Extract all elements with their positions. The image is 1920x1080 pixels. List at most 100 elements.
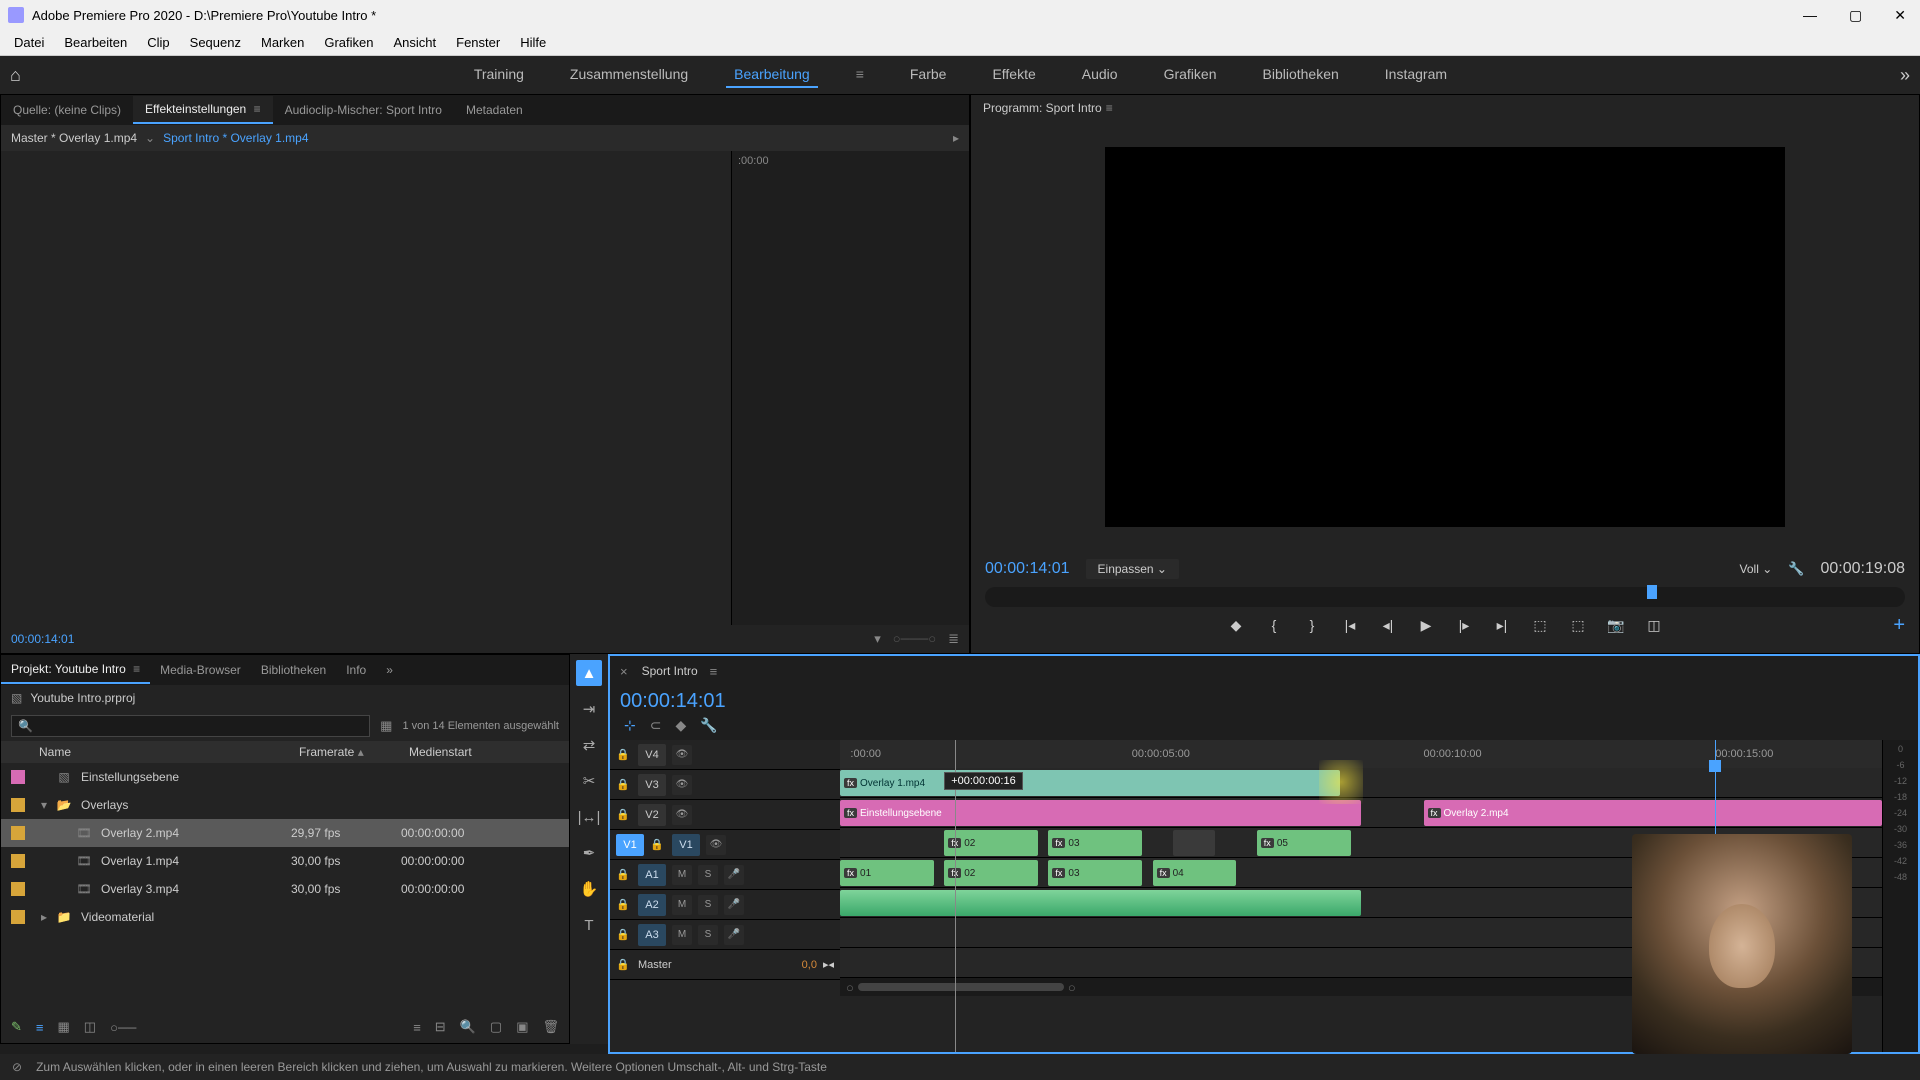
trackhead-a2[interactable]: 🔒 A2 M S 🎤 (610, 890, 840, 920)
delete-icon[interactable]: 🗑 (542, 1019, 559, 1035)
menu-clip[interactable]: Clip (137, 31, 179, 54)
label-swatch[interactable] (11, 798, 25, 812)
workspace-bearbeitung[interactable]: Bearbeitung (726, 62, 818, 88)
freeform-view-icon[interactable]: ◫ (84, 1019, 96, 1035)
tab-effekteinstellungen[interactable]: Effekteinstellungen ≡ (133, 96, 273, 124)
add-marker-button[interactable]: ◆ (1226, 615, 1246, 635)
source-patch-v1[interactable]: V1 (616, 834, 644, 856)
track-select-tool[interactable]: ⇥ (576, 696, 602, 722)
clip-v1-04[interactable]: fx04 (1153, 860, 1236, 886)
list-item[interactable]: ▾ 📂 Overlays (1, 791, 569, 819)
trackhead-v2[interactable]: 🔒 V2 👁 (610, 800, 840, 830)
snap-icon[interactable]: ⊹ (624, 717, 636, 734)
ripple-edit-tool[interactable]: ⇄ (576, 732, 602, 758)
step-back-button[interactable]: ◂| (1378, 615, 1398, 635)
master-value[interactable]: 0,0 (802, 959, 817, 971)
ec-play-icon[interactable]: ▸ (953, 131, 959, 145)
selection-tool[interactable]: ▲ (576, 660, 602, 686)
workspace-overflow-icon[interactable]: » (1900, 65, 1910, 86)
clip-v2-03[interactable]: fx03 (1048, 830, 1142, 856)
trackhead-v3[interactable]: 🔒 V3 👁 (610, 770, 840, 800)
timeline-settings-icon[interactable]: 🔧 (700, 717, 717, 734)
close-button[interactable]: ✕ (1888, 5, 1912, 26)
tab-metadaten[interactable]: Metadaten (454, 97, 535, 123)
toggle-output-v4[interactable]: 👁 (672, 745, 692, 765)
step-forward-button[interactable]: |▸ (1454, 615, 1474, 635)
trackhead-master[interactable]: 🔒 Master 0,0 ▸◂ (610, 950, 840, 980)
workspace-effekte[interactable]: Effekte (984, 62, 1043, 88)
toggle-output-v2[interactable]: 👁 (672, 805, 692, 825)
new-bin-icon[interactable]: ▢ (490, 1019, 502, 1035)
clip-audio[interactable] (840, 890, 1361, 916)
timeline-tab[interactable]: Sport Intro (634, 660, 706, 682)
workspace-farbe[interactable]: Farbe (902, 62, 955, 88)
trackhead-a3[interactable]: 🔒 A3 M S 🎤 (610, 920, 840, 950)
find-icon[interactable]: 🔍 (460, 1019, 476, 1035)
lock-icon[interactable]: 🔒 (616, 898, 632, 911)
record-a1[interactable]: 🎤 (724, 865, 744, 885)
list-item[interactable]: 🎞 Overlay 3.mp4 30,00 fps 00:00:00:00 (1, 875, 569, 903)
lift-button[interactable]: ⬚ (1530, 615, 1550, 635)
clip-v1-02[interactable]: fx02 (944, 860, 1038, 886)
mute-a3[interactable]: M (672, 925, 692, 945)
icon-view-icon[interactable]: ▦ (58, 1019, 70, 1035)
track-target-v3[interactable]: V3 (638, 774, 666, 796)
wrench-icon[interactable]: 🔧 (1788, 561, 1804, 577)
ec-filter-icon[interactable]: ▾ (874, 631, 881, 647)
lock-icon[interactable]: 🔒 (616, 928, 632, 941)
track-target-v4[interactable]: V4 (638, 744, 666, 766)
go-to-in-button[interactable]: |◂ (1340, 615, 1360, 635)
project-menu-icon[interactable]: ≡ (133, 662, 140, 676)
new-item-icon[interactable]: ▣ (516, 1019, 528, 1035)
label-swatch[interactable] (11, 826, 25, 840)
menu-sequenz[interactable]: Sequenz (180, 31, 251, 54)
menu-grafiken[interactable]: Grafiken (314, 31, 383, 54)
header-name[interactable]: Name (39, 745, 299, 759)
comparison-view-button[interactable]: ◫ (1644, 615, 1664, 635)
menu-ansicht[interactable]: Ansicht (383, 31, 446, 54)
tab-media-browser[interactable]: Media-Browser (150, 657, 251, 683)
hand-tool[interactable]: ✋ (576, 876, 602, 902)
scrubber-playhead[interactable] (1647, 585, 1657, 599)
track-target-a3[interactable]: A3 (638, 924, 666, 946)
ec-active-clip[interactable]: Sport Intro * Overlay 1.mp4 (163, 131, 308, 145)
menu-fenster[interactable]: Fenster (446, 31, 510, 54)
play-button[interactable]: ▶ (1416, 615, 1436, 635)
solo-a1[interactable]: S (698, 865, 718, 885)
program-timecode[interactable]: 00:00:14:01 (985, 560, 1070, 578)
header-medienstart[interactable]: Medienstart (409, 745, 559, 759)
clip-v1-03[interactable]: fx03 (1048, 860, 1142, 886)
scroll-thumb[interactable] (858, 983, 1064, 991)
lock-icon[interactable]: 🔒 (616, 808, 632, 821)
program-menu-icon[interactable]: ≡ (1106, 101, 1113, 115)
clip-overlay2[interactable]: fxOverlay 2.mp4 (1424, 800, 1882, 826)
track-v4[interactable]: fxOverlay 1.mp4 +00:00:00:16 (840, 768, 1882, 798)
master-out-icon[interactable]: ▸◂ (823, 958, 834, 971)
clip-v1-01[interactable]: fx01 (840, 860, 934, 886)
tab-audioclip-mischer[interactable]: Audioclip-Mischer: Sport Intro (273, 97, 454, 123)
workspace-instagram[interactable]: Instagram (1377, 62, 1455, 88)
disclosure-icon[interactable]: ▾ (33, 798, 55, 812)
button-editor-icon[interactable]: + (1893, 614, 1905, 637)
menu-hilfe[interactable]: Hilfe (510, 31, 556, 54)
search-input[interactable] (39, 719, 363, 733)
record-a2[interactable]: 🎤 (724, 895, 744, 915)
workspace-audio[interactable]: Audio (1074, 62, 1126, 88)
clip-v2-gap[interactable] (1173, 830, 1215, 856)
sort-icon[interactable]: ≡ (413, 1020, 421, 1035)
track-target-v2[interactable]: V2 (638, 804, 666, 826)
solo-a3[interactable]: S (698, 925, 718, 945)
clip-v2-02[interactable]: fx02 (944, 830, 1038, 856)
list-item[interactable]: ▸ 📁 Videomaterial (1, 903, 569, 931)
project-filter-icon[interactable]: ▦ (380, 718, 392, 734)
clip-adjustment[interactable]: fxEinstellungsebene (840, 800, 1361, 826)
record-a3[interactable]: 🎤 (724, 925, 744, 945)
add-marker-icon[interactable]: ◆ (675, 717, 686, 734)
menu-marken[interactable]: Marken (251, 31, 314, 54)
tab-bibliotheken[interactable]: Bibliotheken (251, 657, 336, 683)
menu-bearbeiten[interactable]: Bearbeiten (54, 31, 137, 54)
lock-icon[interactable]: 🔒 (616, 748, 632, 761)
project-search[interactable]: 🔍 (11, 715, 370, 737)
program-quality-dropdown[interactable]: Voll ⌄ (1740, 562, 1773, 576)
label-swatch[interactable] (11, 854, 25, 868)
